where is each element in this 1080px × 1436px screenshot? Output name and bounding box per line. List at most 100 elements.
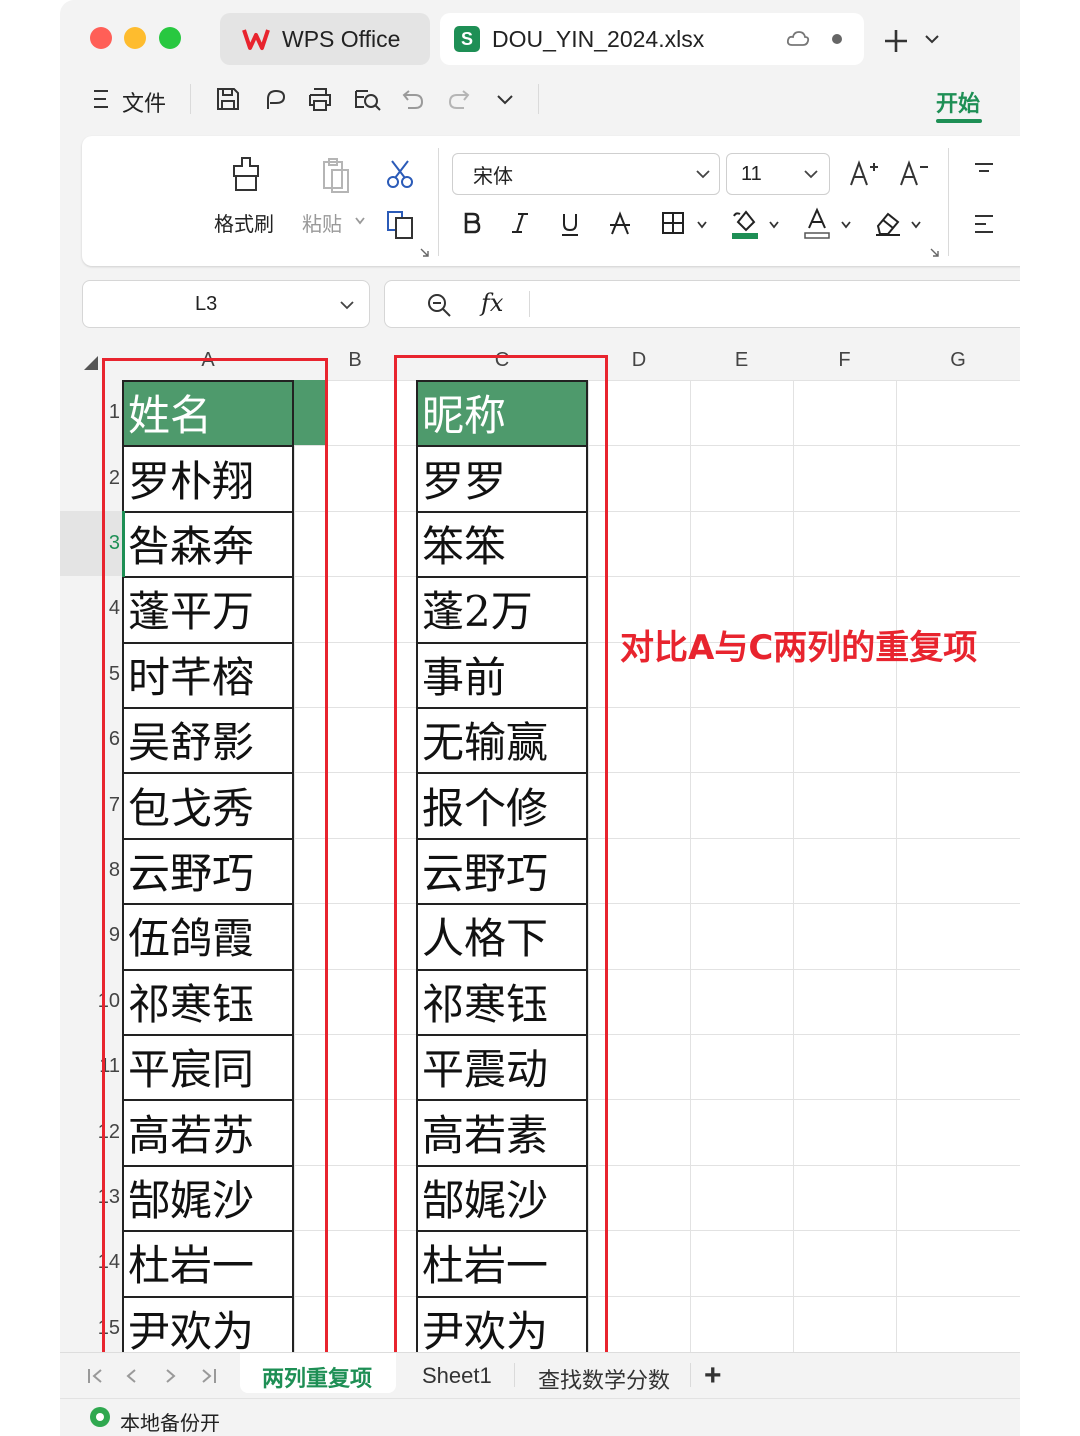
column-header-b[interactable]: B bbox=[294, 340, 416, 380]
column-header-f[interactable]: F bbox=[793, 340, 896, 380]
cell-a12[interactable]: 高若苏 bbox=[122, 1099, 294, 1164]
first-sheet-icon[interactable] bbox=[86, 1367, 104, 1385]
row-header-5[interactable]: 5 bbox=[60, 641, 122, 707]
cell-a3[interactable]: 咎森奔 bbox=[122, 511, 294, 576]
cell-a7[interactable]: 包戈秀 bbox=[122, 772, 294, 837]
next-sheet-icon[interactable] bbox=[164, 1367, 178, 1385]
backup-label[interactable]: 本地备份开 bbox=[120, 1407, 220, 1436]
row-header-7[interactable]: 7 bbox=[60, 772, 122, 838]
column-header-d[interactable]: D bbox=[588, 340, 690, 380]
cell-c12[interactable]: 高若素 bbox=[416, 1099, 588, 1164]
cell-a4[interactable]: 蓬平万 bbox=[122, 576, 294, 641]
cell-a1[interactable]: 姓名 bbox=[122, 380, 294, 446]
last-sheet-icon[interactable] bbox=[200, 1367, 218, 1385]
cell-a8[interactable]: 云野巧 bbox=[122, 838, 294, 903]
font-size-select[interactable]: 11 bbox=[726, 153, 830, 195]
cut-icon[interactable] bbox=[384, 158, 416, 190]
cell-c3[interactable]: 笨笨 bbox=[416, 511, 588, 576]
font-color-dropdown-icon[interactable] bbox=[840, 220, 852, 230]
sheet-tab-active[interactable]: 两列重复项 bbox=[240, 1353, 396, 1393]
row-header-1[interactable]: 1 bbox=[60, 380, 122, 446]
paste-dropdown-icon[interactable] bbox=[354, 216, 366, 226]
align-left-icon[interactable] bbox=[972, 212, 996, 236]
minimize-window-button[interactable] bbox=[124, 27, 146, 49]
column-header-a[interactable]: A bbox=[122, 340, 294, 380]
cell-c1[interactable]: 昵称 bbox=[416, 380, 588, 446]
zoom-search-icon[interactable] bbox=[425, 291, 453, 319]
fill-dropdown-icon[interactable] bbox=[768, 220, 780, 230]
new-tab-plus-icon[interactable] bbox=[882, 27, 910, 55]
row-header-9[interactable]: 9 bbox=[60, 903, 122, 969]
undo-icon[interactable] bbox=[400, 86, 426, 112]
paste-label[interactable]: 粘贴 bbox=[302, 208, 342, 237]
cell-a13[interactable]: 郜娓沙 bbox=[122, 1165, 294, 1230]
formula-bar[interactable]: fx bbox=[384, 280, 1020, 328]
clear-format-icon[interactable] bbox=[872, 208, 904, 238]
sheet-tab-sheet1[interactable]: Sheet1 bbox=[422, 1363, 492, 1389]
cell-c14[interactable]: 杜岩一 bbox=[416, 1230, 588, 1295]
row-header-15[interactable]: 15 bbox=[60, 1295, 122, 1352]
row-header-12[interactable]: 12 bbox=[60, 1099, 122, 1165]
chevron-down-icon[interactable] bbox=[924, 33, 940, 45]
borders-dropdown-icon[interactable] bbox=[696, 220, 708, 230]
chevron-down-icon[interactable] bbox=[339, 299, 355, 311]
font-color-icon[interactable] bbox=[802, 206, 832, 240]
clear-dropdown-icon[interactable] bbox=[910, 220, 922, 230]
cloud-icon[interactable] bbox=[786, 29, 810, 49]
row-header-10[interactable]: 10 bbox=[60, 968, 122, 1034]
format-painter-label[interactable]: 格式刷 bbox=[214, 208, 274, 237]
export-icon[interactable] bbox=[260, 85, 288, 113]
file-menu[interactable]: 文件 bbox=[122, 86, 166, 118]
format-painter-icon[interactable] bbox=[228, 156, 264, 194]
spreadsheet-grid[interactable]: ABCDEFG 1 2 3 4 5 6 7 8 9 10 11 12 13 14 15 姓名 罗朴翔 咎森奔 蓬平… bbox=[60, 340, 1020, 1352]
cell-c5[interactable]: 事前 bbox=[416, 642, 588, 707]
cell-c11[interactable]: 平震动 bbox=[416, 1034, 588, 1099]
italic-icon[interactable] bbox=[508, 210, 532, 236]
row-header-3[interactable]: 3 bbox=[60, 510, 122, 577]
row-header-4[interactable]: 4 bbox=[60, 576, 122, 642]
clipboard-launcher-icon[interactable] bbox=[420, 248, 430, 258]
row-header-2[interactable]: 2 bbox=[60, 445, 122, 511]
tab-wps-office[interactable]: WPS Office bbox=[220, 13, 430, 65]
sheet-tab-math[interactable]: 查找数学分数 bbox=[538, 1363, 670, 1395]
column-header-g[interactable]: G bbox=[896, 340, 1020, 380]
name-box[interactable]: L3 bbox=[82, 280, 370, 328]
row-header-6[interactable]: 6 bbox=[60, 707, 122, 773]
underline-icon[interactable] bbox=[558, 210, 582, 238]
row-header-8[interactable]: 8 bbox=[60, 837, 122, 904]
cell-c15[interactable]: 尹欢为 bbox=[416, 1296, 588, 1352]
fill-color-icon[interactable] bbox=[730, 206, 760, 240]
cell-c7[interactable]: 报个修 bbox=[416, 772, 588, 837]
row-header-11[interactable]: 11 bbox=[60, 1034, 122, 1100]
cell-a14[interactable]: 杜岩一 bbox=[122, 1230, 294, 1295]
menu-icon[interactable] bbox=[92, 88, 112, 110]
print-icon[interactable] bbox=[306, 85, 334, 113]
cell-a6[interactable]: 吴舒影 bbox=[122, 707, 294, 772]
cell-c9[interactable]: 人格下 bbox=[416, 903, 588, 968]
font-launcher-icon[interactable] bbox=[930, 248, 940, 258]
bold-icon[interactable] bbox=[460, 210, 484, 236]
zoom-window-button[interactable] bbox=[159, 27, 181, 49]
font-name-select[interactable]: 宋体 bbox=[452, 153, 720, 195]
column-header-c[interactable]: C bbox=[416, 340, 588, 380]
strikethrough-icon[interactable] bbox=[608, 210, 632, 238]
cell-c10[interactable]: 祁寒钰 bbox=[416, 969, 588, 1034]
select-all-corner[interactable] bbox=[60, 340, 122, 380]
tab-document[interactable]: S DOU_YIN_2024.xlsx bbox=[440, 13, 864, 65]
cell-c4[interactable]: 蓬2万 bbox=[416, 576, 588, 641]
cell-a9[interactable]: 伍鸽霞 bbox=[122, 903, 294, 968]
decrease-font-icon[interactable] bbox=[898, 158, 930, 188]
close-window-button[interactable] bbox=[90, 27, 112, 49]
cell-a5[interactable]: 时芊榕 bbox=[122, 642, 294, 707]
borders-icon[interactable] bbox=[660, 210, 686, 236]
more-chevron-icon[interactable] bbox=[496, 93, 514, 107]
cell-a2[interactable]: 罗朴翔 bbox=[122, 445, 294, 510]
cell-c8[interactable]: 云野巧 bbox=[416, 838, 588, 903]
redo-icon[interactable] bbox=[446, 86, 472, 112]
cell-c13[interactable]: 郜娓沙 bbox=[416, 1165, 588, 1230]
align-top-icon[interactable] bbox=[972, 160, 996, 180]
cell-a11[interactable]: 平宸同 bbox=[122, 1034, 294, 1099]
prev-sheet-icon[interactable] bbox=[124, 1367, 138, 1385]
cell-c6[interactable]: 无输赢 bbox=[416, 707, 588, 772]
row-header-13[interactable]: 13 bbox=[60, 1164, 122, 1231]
